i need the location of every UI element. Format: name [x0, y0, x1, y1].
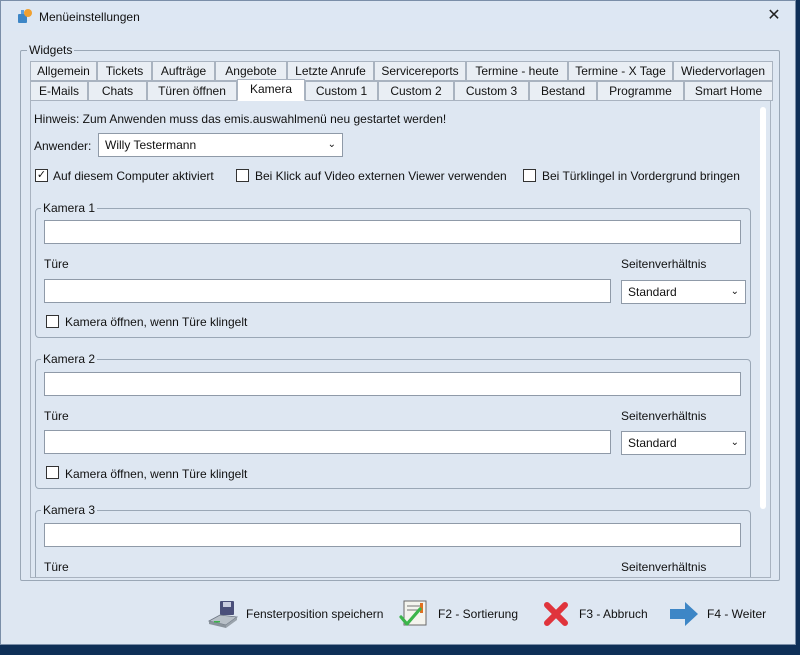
camera-2-open-label: Kamera öffnen, wenn Türe klingelt	[65, 467, 248, 481]
camera-2-open-checkbox[interactable]	[46, 466, 59, 479]
camera-1-open-checkbox[interactable]	[46, 315, 59, 328]
restart-hint: Hinweis: Zum Anwenden muss das emis.ausw…	[34, 112, 447, 126]
chevron-down-icon: ⌄	[327, 139, 336, 150]
arrow-right-icon	[670, 602, 698, 626]
sort-button[interactable]: F2 - Sortierung	[398, 597, 523, 631]
widgets-group-label: Widgets	[27, 43, 75, 57]
external-viewer-label: Bei Klick auf Video externen Viewer verw…	[255, 169, 507, 183]
next-label: F4 - Weiter	[707, 607, 767, 621]
camera-1-door-input[interactable]	[44, 279, 611, 303]
tab-auftraege[interactable]: Aufträge	[152, 61, 215, 81]
tab-tueren-oeffnen[interactable]: Türen öffnen	[147, 81, 237, 101]
cancel-label: F3 - Abbruch	[579, 607, 648, 621]
tab-servicereports[interactable]: Servicereports	[374, 61, 466, 81]
camera-2-ratio-value: Standard	[628, 436, 677, 450]
save-window-position-button[interactable]: Fensterposition speichern	[206, 597, 386, 631]
save-window-position-label: Fensterposition speichern	[246, 607, 384, 621]
chevron-down-icon: ⌄	[730, 286, 739, 297]
tab-bestand[interactable]: Bestand	[529, 81, 597, 101]
camera-2-title: Kamera 2	[41, 352, 98, 366]
camera-1-open-label: Kamera öffnen, wenn Türe klingelt	[65, 315, 248, 329]
app-icon	[18, 9, 32, 23]
window-title: Menüeinstellungen	[39, 10, 140, 24]
floppy-disk-icon	[207, 601, 239, 628]
tab-tickets[interactable]: Tickets	[97, 61, 152, 81]
cancel-button[interactable]: F3 - Abbruch	[539, 597, 654, 631]
camera-3-url-input[interactable]	[44, 523, 741, 547]
title-bar: Menüeinstellungen ✕	[1, 1, 795, 31]
camera-1-ratio-select[interactable]: Standard ⌄	[621, 280, 746, 304]
camera-2-ratio-label: Seitenverhältnis	[621, 409, 707, 423]
chevron-down-icon: ⌄	[730, 437, 739, 448]
red-x-icon	[544, 602, 568, 626]
user-select[interactable]: Willy Testermann ⌄	[98, 133, 343, 157]
camera-3-ratio-label: Seitenverhältnis	[621, 560, 707, 574]
tab-letzte-anrufe[interactable]: Letzte Anrufe	[287, 61, 374, 81]
tab-allgemein[interactable]: Allgemein	[30, 61, 97, 81]
tab-programme[interactable]: Programme	[597, 81, 684, 101]
tab-custom-2[interactable]: Custom 2	[378, 81, 454, 101]
external-viewer-checkbox[interactable]	[236, 169, 249, 182]
camera-2-door-input[interactable]	[44, 430, 611, 454]
settings-window: Menüeinstellungen ✕ Widgets Allgemein Ti…	[0, 0, 796, 645]
camera-2-ratio-select[interactable]: Standard ⌄	[621, 431, 746, 455]
camera-3-title: Kamera 3	[41, 503, 98, 517]
vertical-scrollbar[interactable]	[760, 107, 766, 509]
camera-1-ratio-label: Seitenverhältnis	[621, 257, 707, 271]
bell-foreground-label: Bei Türklingel in Vordergrund bringen	[542, 169, 740, 183]
camera-2-url-input[interactable]	[44, 372, 741, 396]
next-button[interactable]: F4 - Weiter	[667, 597, 772, 631]
camera-1-title: Kamera 1	[41, 201, 98, 215]
tab-custom-1[interactable]: Custom 1	[305, 81, 378, 101]
tab-angebote[interactable]: Angebote	[215, 61, 287, 81]
tab-kamera[interactable]: Kamera	[237, 79, 305, 101]
tab-termine-heute[interactable]: Termine - heute	[466, 61, 568, 81]
camera-1-ratio-value: Standard	[628, 285, 677, 299]
tab-chats[interactable]: Chats	[88, 81, 147, 101]
tab-smart-home[interactable]: Smart Home	[684, 81, 773, 101]
user-label: Anwender:	[34, 139, 92, 153]
camera-1-url-input[interactable]	[44, 220, 741, 244]
activate-label: Auf diesem Computer aktiviert	[53, 169, 214, 183]
checklist-icon	[399, 600, 427, 626]
tab-custom-3[interactable]: Custom 3	[454, 81, 529, 101]
camera-1-door-label: Türe	[44, 257, 69, 271]
tab-termine-x-tage[interactable]: Termine - X Tage	[568, 61, 673, 81]
camera-2-door-label: Türe	[44, 409, 69, 423]
tab-emails[interactable]: E-Mails	[30, 81, 88, 101]
tab-wiedervorlagen[interactable]: Wiedervorlagen	[673, 61, 773, 81]
user-select-value: Willy Testermann	[105, 138, 197, 152]
bell-foreground-checkbox[interactable]	[523, 169, 536, 182]
camera-3-door-label: Türe	[44, 560, 69, 574]
sort-label: F2 - Sortierung	[438, 607, 519, 621]
close-button[interactable]: ✕	[761, 5, 787, 27]
activate-checkbox[interactable]: ✓	[35, 169, 48, 182]
